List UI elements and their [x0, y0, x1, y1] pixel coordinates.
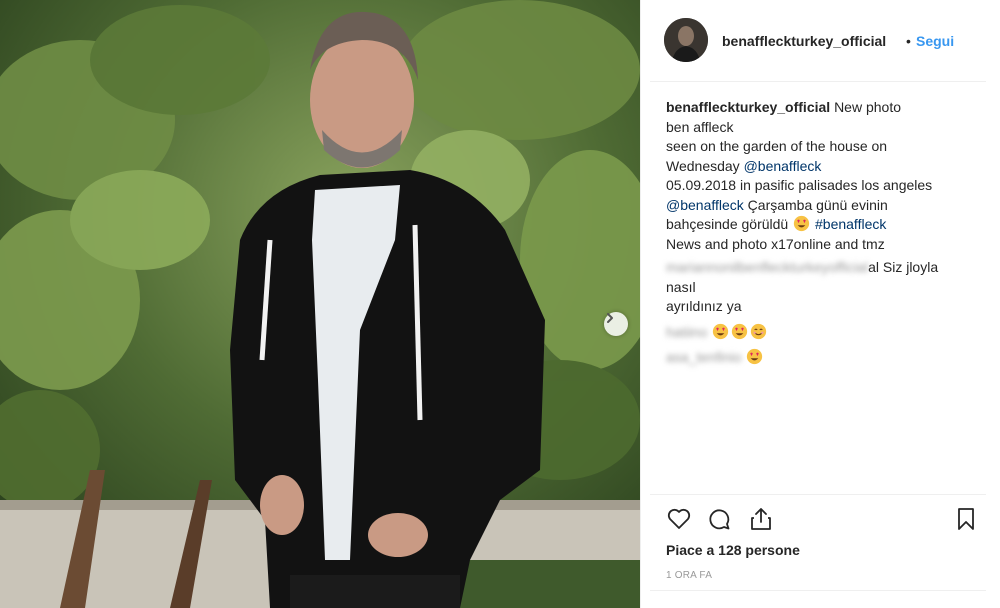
like-button[interactable]: [666, 506, 692, 532]
comment-button[interactable]: [706, 506, 732, 532]
caption-username[interactable]: benaffleckturkey_official: [666, 99, 830, 115]
hashtag-link[interactable]: #benaffleck: [815, 216, 886, 232]
caption-line: bahçesinde görüldü: [666, 216, 789, 232]
bottom-divider: [650, 590, 986, 591]
heart-eyes-emoji-icon: [732, 323, 748, 339]
share-upload-icon: [751, 508, 771, 530]
bookmark-icon: [958, 508, 974, 530]
caption-line: Çarşamba günü evinin: [747, 196, 888, 213]
avatar-image: [664, 18, 708, 62]
heart-eyes-emoji-icon: [747, 348, 763, 365]
caption-line: News and photo x17online and tmz: [666, 235, 885, 252]
caption-line: Wednesday: [666, 157, 740, 174]
comment-username[interactable]: asa_tenfinio: [666, 348, 742, 368]
carousel-next-button[interactable]: [604, 312, 628, 336]
comment-username[interactable]: hatiino: [666, 323, 707, 343]
post-actions-bar: [650, 494, 986, 530]
comment-item: hatiino: [666, 323, 966, 343]
avatar[interactable]: [664, 18, 708, 62]
smiling-emoji-icon: [751, 323, 767, 339]
caption-line: ben affleck: [666, 118, 734, 135]
heart-eyes-emoji-icon: [793, 215, 810, 232]
post-header: benaffleckturkey_official • Segui: [650, 0, 986, 82]
share-button[interactable]: [748, 506, 774, 532]
likes-count[interactable]: Piace a 128 persone: [666, 542, 800, 558]
heart-outline-icon: [667, 508, 691, 529]
comment-username[interactable]: mariannonilbenfleckturkeyofficial: [666, 258, 868, 278]
caption-line: New photo: [834, 99, 901, 115]
post-sidebar: benaffleckturkey_official • Segui benaff…: [640, 0, 1000, 608]
chevron-right-icon: [607, 313, 613, 323]
caption-line: seen on the garden of the house on: [666, 138, 888, 154]
comment-item: mariannonilbenfleckturkeyofficialal Siz …: [666, 258, 966, 317]
post-photo-illustration: [0, 0, 640, 608]
post-photo[interactable]: [0, 0, 640, 608]
comment-item: asa_tenfinio: [666, 348, 966, 368]
follow-button[interactable]: Segui: [916, 33, 954, 49]
comments-list: benaffleckturkey_official New photo ben …: [666, 98, 966, 368]
instagram-post-view: benaffleckturkey_official • Segui benaff…: [0, 0, 1000, 608]
panel-divider: [640, 0, 641, 608]
header-separator: •: [906, 33, 911, 49]
comment-text: ayrıldınız ya: [666, 298, 742, 314]
caption: benaffleckturkey_official New photo ben …: [666, 98, 966, 254]
heart-eyes-emoji-icon: [713, 323, 729, 339]
post-timestamp[interactable]: 1 ORA FA: [666, 570, 712, 581]
save-button[interactable]: [953, 506, 979, 532]
speech-bubble-icon: [709, 509, 730, 530]
mention-link[interactable]: @benaffleck: [744, 158, 822, 174]
mention-link[interactable]: @benaffleck: [666, 197, 744, 213]
caption-line: 05.09.2018 in pasific palisades los ange…: [666, 177, 933, 193]
post-author-username[interactable]: benaffleckturkey_official: [722, 33, 886, 49]
